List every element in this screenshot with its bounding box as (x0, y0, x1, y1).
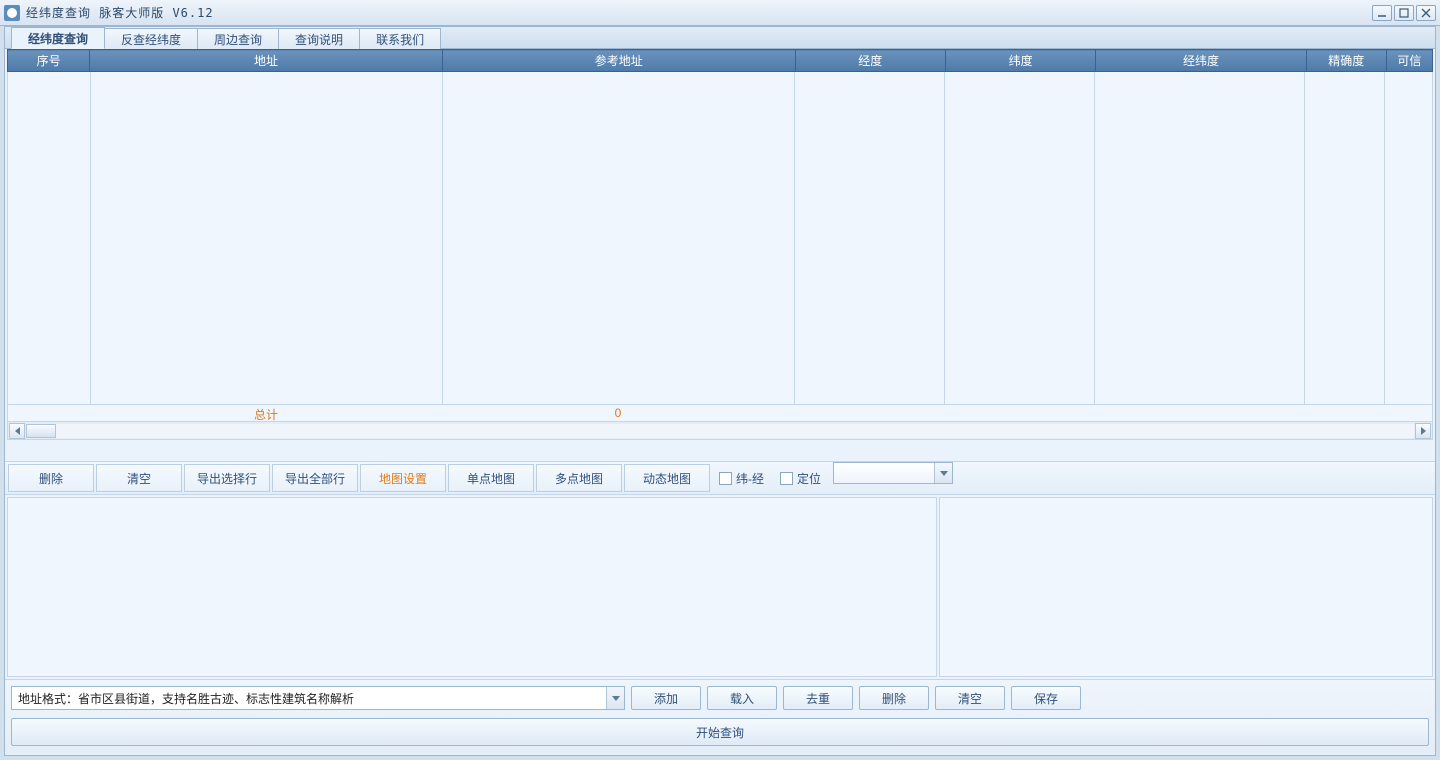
map-settings-button[interactable]: 地图设置 (360, 464, 446, 492)
tab-strip: 经纬度查询 反查经纬度 周边查询 查询说明 联系我们 (5, 27, 1435, 49)
address-input-row: 地址格式：省市区县街道，支持名胜古迹、标志性建筑名称解析 添加 载入 去重 删除… (11, 686, 1429, 710)
map-single-button[interactable]: 单点地图 (448, 464, 534, 492)
toolbar-combo[interactable] (833, 462, 953, 484)
addr-clear-button[interactable]: 清空 (935, 686, 1005, 710)
grid-footer: 总计 0 (7, 404, 1433, 422)
col-precision[interactable]: 精确度 (1306, 50, 1386, 72)
tab-help[interactable]: 查询说明 (278, 28, 360, 50)
tab-lookup[interactable]: 经纬度查询 (11, 27, 105, 49)
load-button[interactable]: 载入 (707, 686, 777, 710)
map-pane-right[interactable] (939, 497, 1433, 677)
address-placeholder: 地址格式：省市区县街道，支持名胜古迹、标志性建筑名称解析 (12, 690, 360, 707)
scroll-thumb[interactable] (26, 424, 56, 438)
lower-panes (7, 497, 1433, 677)
export-all-button[interactable]: 导出全部行 (272, 464, 358, 492)
locate-label: 定位 (797, 470, 821, 487)
tab-reverse[interactable]: 反查经纬度 (104, 28, 198, 50)
tab-nearby[interactable]: 周边查询 (197, 28, 279, 50)
col-lnglat[interactable]: 经纬度 (1096, 50, 1306, 72)
title-bar: 经纬度查询 脉客大师版 V6.12 (0, 0, 1440, 26)
delete-button[interactable]: 删除 (8, 464, 94, 492)
grid-header: 序号 地址 参考地址 经度 纬度 经纬度 精确度 可信 (7, 49, 1433, 72)
start-query-button[interactable]: 开始查询 (11, 718, 1429, 746)
grid-body[interactable] (7, 72, 1433, 404)
mid-toolbar: 删除 清空 导出选择行 导出全部行 地图设置 单点地图 多点地图 动态地图 纬-… (5, 461, 1435, 495)
col-address[interactable]: 地址 (90, 50, 443, 72)
lat-lng-label: 纬-经 (736, 470, 764, 487)
checkbox-icon (719, 472, 732, 485)
add-button[interactable]: 添加 (631, 686, 701, 710)
scroll-right-button[interactable] (1415, 423, 1431, 439)
clear-button[interactable]: 清空 (96, 464, 182, 492)
window-title: 经纬度查询 脉客大师版 V6.12 (26, 4, 1372, 21)
scroll-left-button[interactable] (9, 423, 25, 439)
bottom-bar: 地址格式：省市区县街道，支持名胜古迹、标志性建筑名称解析 添加 载入 去重 删除… (5, 679, 1435, 755)
chevron-down-icon (934, 463, 952, 483)
col-refaddr[interactable]: 参考地址 (442, 50, 795, 72)
col-lng[interactable]: 经度 (795, 50, 945, 72)
locate-checkbox[interactable]: 定位 (772, 462, 829, 494)
chevron-down-icon (606, 687, 624, 709)
save-button[interactable]: 保存 (1011, 686, 1081, 710)
grid-hscrollbar[interactable] (7, 422, 1433, 440)
checkbox-icon (780, 472, 793, 485)
window-controls (1372, 5, 1436, 21)
results-grid: 序号 地址 参考地址 经度 纬度 经纬度 精确度 可信 总计 0 (7, 49, 1433, 413)
main-frame: 经纬度查询 反查经纬度 周边查询 查询说明 联系我们 序号 地址 参考地址 经度… (4, 26, 1436, 756)
tab-contact[interactable]: 联系我们 (359, 28, 441, 50)
col-lat[interactable]: 纬度 (945, 50, 1095, 72)
address-combo[interactable]: 地址格式：省市区县街道，支持名胜古迹、标志性建筑名称解析 (11, 686, 625, 710)
footer-total-label: 总计 (90, 406, 442, 423)
col-trust[interactable]: 可信 (1386, 50, 1432, 72)
close-button[interactable] (1416, 5, 1436, 21)
map-multi-button[interactable]: 多点地图 (536, 464, 622, 492)
footer-total-value: 0 (442, 406, 794, 420)
export-selected-button[interactable]: 导出选择行 (184, 464, 270, 492)
map-pane-left[interactable] (7, 497, 937, 677)
col-index[interactable]: 序号 (8, 50, 90, 72)
minimize-button[interactable] (1372, 5, 1392, 21)
addr-delete-button[interactable]: 删除 (859, 686, 929, 710)
app-icon (4, 5, 20, 21)
map-dynamic-button[interactable]: 动态地图 (624, 464, 710, 492)
maximize-button[interactable] (1394, 5, 1414, 21)
scroll-track[interactable] (26, 424, 1414, 438)
lat-lng-checkbox[interactable]: 纬-经 (711, 462, 772, 494)
dedup-button[interactable]: 去重 (783, 686, 853, 710)
